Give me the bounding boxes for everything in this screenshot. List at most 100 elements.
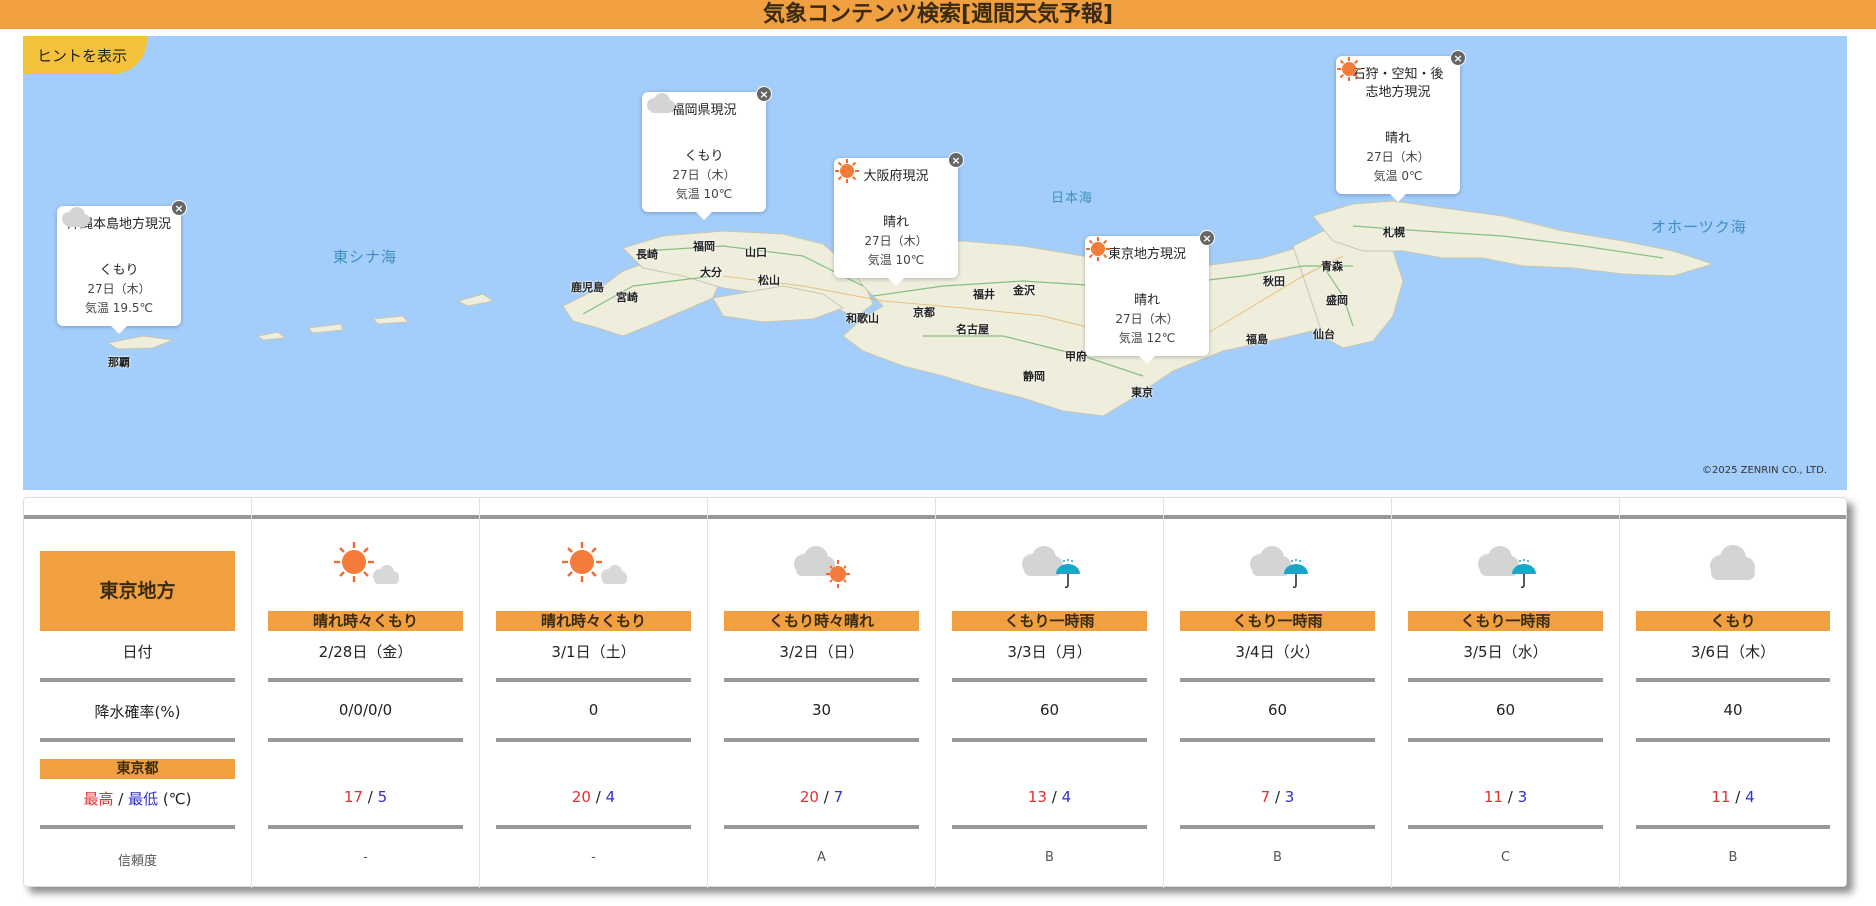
city-label: 那覇 — [108, 356, 130, 369]
divider — [1636, 678, 1830, 682]
popup-condition: 晴れ — [882, 215, 909, 230]
divider — [496, 678, 691, 682]
city-label: 仙台 — [1313, 328, 1335, 341]
popup-osaka[interactable]: × 大阪府現況 晴れ 27日（木） 気温 10℃ — [834, 152, 964, 286]
sun-icon — [1337, 57, 1456, 130]
popup-fukuoka[interactable]: × 福岡県現況 くもり 27日（木） 気温 10℃ — [642, 86, 772, 220]
weather-label: くもり — [1636, 611, 1830, 631]
close-icon[interactable]: × — [1199, 230, 1215, 246]
high-label: 最高 — [83, 790, 114, 808]
temp-row-label: 最高 / 最低 (℃) — [24, 788, 251, 809]
city-label: 山口 — [745, 246, 767, 259]
city-label: 和歌山 — [846, 312, 879, 325]
reliability-row-label: 信頼度 — [117, 854, 157, 869]
popup-date: 27日（木） — [672, 168, 736, 182]
divider — [268, 825, 463, 829]
area-name: 東京地方 — [40, 551, 235, 631]
divider — [952, 825, 1147, 829]
reliability-cell: C — [1500, 850, 1511, 865]
high-temp: 13 — [1027, 788, 1047, 806]
divider — [1180, 738, 1375, 742]
reliability-cell: A — [817, 850, 826, 865]
sun-icon — [835, 159, 954, 214]
row-label-column: 東京地方 日付 降水確率(%) 東京都 最高 / 最低 (℃) 信頼度 — [24, 498, 252, 888]
date-cell: 3/1日（土） — [551, 643, 636, 661]
divider — [24, 515, 251, 519]
popup-condition: 晴れ — [1384, 131, 1411, 146]
show-hint-button[interactable]: ヒントを表示 — [23, 36, 147, 74]
date-row-label: 日付 — [122, 643, 153, 661]
popup-temp: 気温 10℃ — [675, 187, 733, 201]
cloud-umbrella-icon — [1392, 538, 1619, 588]
divider — [40, 825, 235, 829]
weather-label: くもり時々晴れ — [724, 611, 919, 631]
city-label: 鹿児島 — [571, 281, 604, 294]
reliability-cell: - — [591, 850, 596, 865]
popup-condition: くもり — [684, 149, 724, 164]
popup-condition: くもり — [99, 263, 139, 278]
high-temp: 11 — [1483, 788, 1503, 806]
close-icon[interactable]: × — [171, 200, 187, 216]
divider — [952, 738, 1147, 742]
day-column: くもり 3/6日（木） 40 11 / 4 B — [1620, 498, 1846, 888]
divider — [1636, 738, 1830, 742]
close-icon[interactable]: × — [756, 86, 772, 102]
high-temp: 7 — [1260, 788, 1271, 806]
divider — [496, 825, 691, 829]
popup-tokyo[interactable]: × 東京地方現況 晴れ 27日（木） 気温 12℃ — [1085, 230, 1215, 364]
day-column: くもり一時雨 3/3日（月） 60 13 / 4 B — [936, 498, 1164, 888]
popup-ishikari[interactable]: × 石狩・空知・後志地方現況 晴れ 27日（木） 気温 0℃ — [1336, 50, 1466, 202]
pop-cell: 30 — [811, 701, 832, 719]
popup-date: 27日（木） — [1366, 150, 1430, 164]
city-label: 金沢 — [1013, 284, 1035, 297]
temp-cell: 11 / 3 — [1392, 788, 1619, 806]
low-temp: 4 — [605, 788, 616, 806]
day-column: 晴れ時々くもり 2/28日（金） 0/0/0/0 17 / 5 - — [252, 498, 480, 888]
temp-cell: 11 / 4 — [1620, 788, 1846, 806]
popup-okinawa[interactable]: × 沖縄本島地方現況 くもり 27日（木） 気温 19.5℃ — [57, 200, 187, 334]
pop-cell: 0 — [588, 701, 599, 719]
weather-label: くもり一時雨 — [1408, 611, 1603, 631]
low-temp: 4 — [1061, 788, 1072, 806]
city-label: 福島 — [1246, 333, 1268, 346]
popup-date: 27日（木） — [864, 234, 928, 248]
slash: / — [113, 790, 129, 808]
close-icon[interactable]: × — [948, 152, 964, 168]
low-temp: 5 — [377, 788, 388, 806]
sea-label-japan-sea: 日本海 — [1051, 191, 1094, 206]
high-temp: 20 — [571, 788, 591, 806]
divider — [952, 678, 1147, 682]
day-column: くもり時々晴れ 3/2日（日） 30 20 / 7 A — [708, 498, 936, 888]
low-temp: 3 — [1517, 788, 1528, 806]
sea-label-east-china-sea: 東シナ海 — [333, 248, 398, 266]
sea-label-okhotsk-sea: オホーツク海 — [1651, 218, 1747, 236]
date-cell: 3/4日（火） — [1235, 643, 1320, 661]
slash: / — [1270, 788, 1285, 806]
slash: / — [1502, 788, 1518, 806]
city-label: 大分 — [700, 266, 722, 279]
reliability-cell: B — [1273, 850, 1282, 865]
pop-cell: 60 — [1039, 701, 1060, 719]
weather-map[interactable]: ヒントを表示 東シナ海 日本海 オホーツク海 那覇 鹿児島 宮崎 長崎 福岡 大… — [23, 36, 1847, 490]
close-icon[interactable]: × — [1450, 50, 1466, 66]
temp-cell: 17 / 5 — [252, 788, 479, 806]
low-temp: 7 — [833, 788, 844, 806]
city-label: 盛岡 — [1326, 294, 1348, 307]
cloud-sun-icon — [708, 538, 935, 588]
divider — [1164, 515, 1391, 519]
prefecture-label: 東京都 — [40, 759, 235, 779]
city-label: 秋田 — [1263, 275, 1285, 288]
divider — [724, 738, 919, 742]
temp-unit: (℃) — [158, 790, 192, 808]
low-temp: 3 — [1284, 788, 1295, 806]
divider — [496, 738, 691, 742]
popup-date: 27日（木） — [1115, 312, 1179, 326]
pop-cell: 0/0/0/0 — [338, 701, 393, 719]
temp-cell: 13 / 4 — [936, 788, 1163, 806]
weather-label: くもり一時雨 — [952, 611, 1147, 631]
divider — [1636, 825, 1830, 829]
title-bar: 気象コンテンツ検索[週間天気予報] — [0, 0, 1876, 29]
weather-label: 晴れ時々くもり — [268, 611, 463, 631]
divider — [40, 738, 235, 742]
date-cell: 2/28日（金） — [318, 643, 413, 661]
